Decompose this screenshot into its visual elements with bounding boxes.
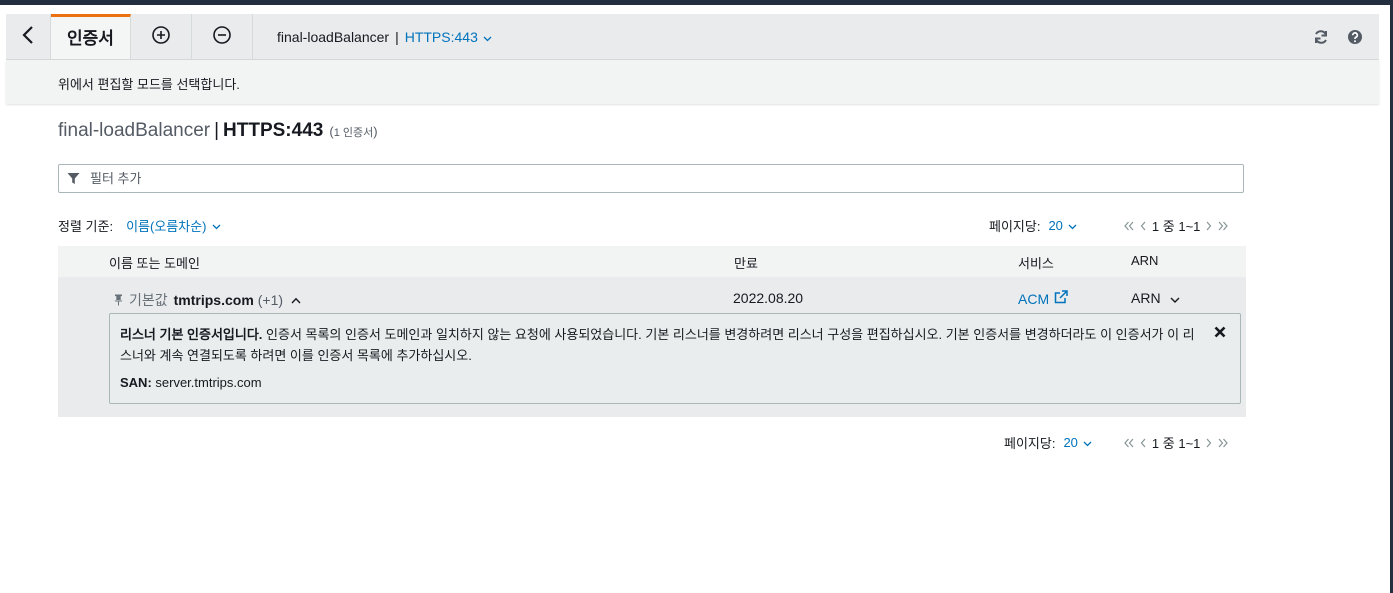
prev-page-icon[interactable] bbox=[1140, 438, 1146, 448]
sort-value: 이름(오름차순) bbox=[126, 219, 207, 234]
expiry-cell: 2022.08.20 bbox=[733, 290, 803, 306]
page-range: 1 중 1~1 bbox=[1151, 436, 1201, 451]
arn-cell: ARN bbox=[1131, 290, 1180, 306]
page-range: 1 중 1~1 bbox=[1151, 219, 1201, 234]
per-page-value: 20 bbox=[1063, 435, 1078, 450]
listener-context: final-loadBalancer | HTTPS:443 bbox=[253, 14, 492, 59]
external-link-icon bbox=[1054, 290, 1068, 307]
context-separator: | bbox=[395, 28, 399, 45]
san-label: SAN: bbox=[120, 375, 152, 390]
domain-name: tmtrips.com bbox=[173, 292, 254, 308]
context-lb-name: final-loadBalancer bbox=[277, 28, 390, 45]
first-page-icon[interactable] bbox=[1124, 438, 1134, 448]
title-listener: HTTPS:443 bbox=[223, 120, 324, 141]
count-text: 1 인증서 bbox=[333, 127, 374, 139]
filter-icon bbox=[67, 172, 80, 185]
back-button[interactable] bbox=[6, 14, 51, 59]
page-navigation: 1 중 1~1 bbox=[1121, 433, 1231, 452]
toolbar-right-actions bbox=[1313, 14, 1379, 59]
chevron-left-icon bbox=[22, 25, 34, 48]
pin-icon bbox=[114, 294, 123, 306]
help-icon[interactable] bbox=[1347, 29, 1363, 45]
first-page-icon[interactable] bbox=[1124, 221, 1134, 231]
callout-body: 인증서 목록의 인증서 도메인과 일치하지 않는 요청에 사용되었습니다. 기본… bbox=[120, 327, 1195, 363]
chevron-down-icon bbox=[1083, 435, 1092, 450]
close-icon[interactable] bbox=[1214, 326, 1226, 338]
mode-info-text: 위에서 편집할 모드를 선택합니다. bbox=[58, 77, 240, 92]
table-row: 기본값 tmtrips.com (+1) 2022.08.20 ACM ARN … bbox=[58, 278, 1246, 417]
pagination-top: 페이지당: 20 1 중 1~1 bbox=[989, 216, 1231, 235]
per-page-value: 20 bbox=[1048, 218, 1063, 233]
last-page-icon[interactable] bbox=[1218, 438, 1229, 448]
page-title: final-loadBalancer | HTTPS:443 (1 인증서) bbox=[58, 120, 378, 142]
pagination-bottom: 페이지당: 20 1 중 1~1 bbox=[1004, 433, 1231, 452]
domain-cell: 기본값 tmtrips.com (+1) bbox=[114, 290, 301, 310]
tab-certificates[interactable]: 인증서 bbox=[51, 14, 131, 59]
per-page-dropdown[interactable]: 20 bbox=[1063, 435, 1092, 450]
table-header: 이름 또는 도메인 만료 서비스 ARN bbox=[58, 246, 1246, 278]
remove-certificate-button[interactable] bbox=[192, 14, 253, 59]
next-page-icon[interactable] bbox=[1206, 221, 1212, 231]
per-page-dropdown[interactable]: 20 bbox=[1048, 218, 1077, 233]
tab-label: 인증서 bbox=[67, 29, 114, 48]
prev-page-icon[interactable] bbox=[1140, 221, 1146, 231]
chevron-up-icon[interactable] bbox=[291, 297, 301, 304]
acm-link[interactable]: ACM bbox=[1018, 290, 1068, 307]
title-lb-name: final-loadBalancer bbox=[58, 120, 211, 141]
arn-dropdown[interactable]: ARN bbox=[1131, 290, 1180, 306]
filter-box[interactable] bbox=[58, 164, 1244, 193]
column-header-arn[interactable]: ARN bbox=[1131, 253, 1158, 268]
per-page-label: 페이지당: bbox=[989, 219, 1041, 234]
certificate-count: (1 인증서) bbox=[329, 124, 377, 139]
sort-control: 정렬 기준: 이름(오름차순) bbox=[58, 216, 221, 235]
page-navigation: 1 중 1~1 bbox=[1121, 216, 1231, 235]
chevron-down-icon bbox=[483, 29, 492, 45]
remove-circle-icon bbox=[212, 25, 232, 48]
add-certificate-button[interactable] bbox=[131, 14, 192, 59]
chevron-down-icon bbox=[212, 218, 221, 233]
title-separator: | bbox=[214, 120, 220, 141]
mode-info-bar: 위에서 편집할 모드를 선택합니다. bbox=[6, 60, 1379, 104]
sort-dropdown[interactable]: 이름(오름차순) bbox=[126, 216, 220, 235]
san-value: server.tmtrips.com bbox=[151, 375, 262, 390]
refresh-icon[interactable] bbox=[1313, 29, 1329, 45]
callout-message: 리스너 기본 인증서입니다. 인증서 목록의 인증서 도메인과 일치하지 않는 … bbox=[120, 324, 1205, 366]
next-page-icon[interactable] bbox=[1206, 438, 1212, 448]
toolbar: 인증서 final-loadBalancer | HTTPS:443 bbox=[6, 14, 1379, 60]
service-cell: ACM bbox=[1018, 290, 1068, 307]
last-page-icon[interactable] bbox=[1218, 221, 1229, 231]
acm-link-label: ACM bbox=[1018, 290, 1050, 307]
column-header-name[interactable]: 이름 또는 도메인 bbox=[109, 253, 200, 272]
add-circle-icon bbox=[151, 25, 171, 48]
filter-input[interactable] bbox=[88, 170, 1192, 187]
default-certificate-callout: 리스너 기본 인증서입니다. 인증서 목록의 인증서 도메인과 일치하지 않는 … bbox=[109, 313, 1241, 404]
chevron-down-icon bbox=[1068, 218, 1077, 233]
per-page-label: 페이지당: bbox=[1004, 436, 1056, 451]
listener-selector-label: HTTPS:443 bbox=[404, 28, 478, 45]
column-header-service[interactable]: 서비스 bbox=[1018, 253, 1054, 272]
default-tag: 기본값 bbox=[129, 292, 168, 308]
additional-domains-count: (+1) bbox=[257, 292, 284, 308]
count-close: ) bbox=[373, 124, 378, 139]
top-header-strip bbox=[0, 0, 1393, 5]
arn-label: ARN bbox=[1131, 290, 1161, 306]
expiry-date: 2022.08.20 bbox=[733, 290, 804, 306]
chevron-down-icon bbox=[1170, 290, 1180, 306]
listener-selector[interactable]: HTTPS:443 bbox=[405, 29, 492, 45]
column-header-expiry[interactable]: 만료 bbox=[734, 253, 758, 272]
callout-lead: 리스너 기본 인증서입니다. bbox=[120, 327, 263, 342]
san-line: SAN: server.tmtrips.com bbox=[120, 375, 262, 390]
sort-label: 정렬 기준: bbox=[58, 219, 114, 234]
